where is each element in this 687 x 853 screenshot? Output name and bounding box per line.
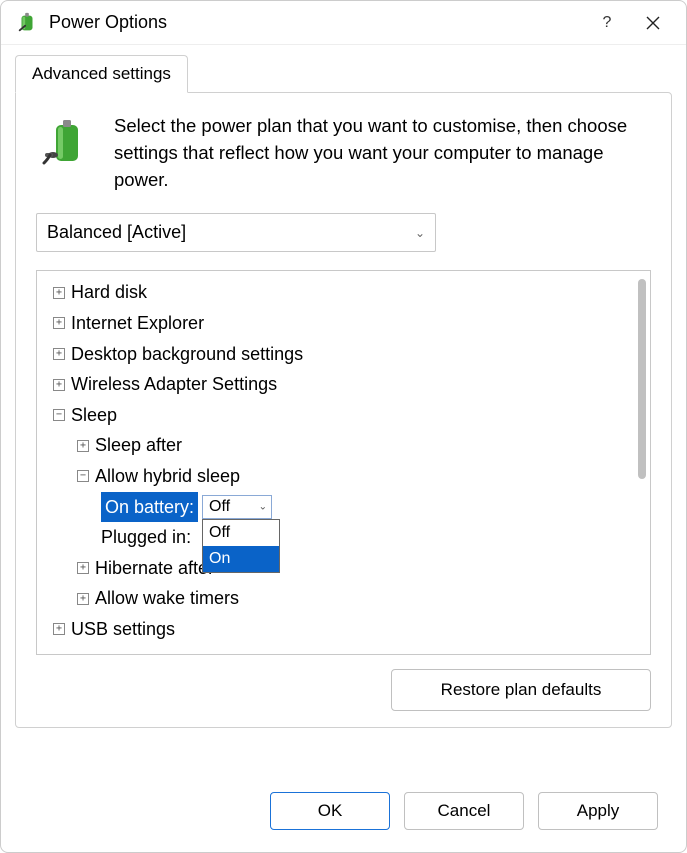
dropdown-option-on[interactable]: On: [203, 546, 279, 572]
ok-button[interactable]: OK: [270, 792, 390, 830]
tree-item-on-battery[interactable]: On battery: Off ⌄ Off On: [41, 492, 646, 523]
tree-item-wireless-adapter[interactable]: + Wireless Adapter Settings: [41, 369, 646, 400]
expand-icon[interactable]: +: [53, 287, 65, 299]
dropdown-option-off[interactable]: Off: [203, 520, 279, 546]
expand-icon[interactable]: +: [77, 440, 89, 452]
tree-item-desktop-background[interactable]: + Desktop background settings: [41, 339, 646, 370]
advanced-settings-panel: Select the power plan that you want to c…: [15, 92, 672, 728]
restore-row: Restore plan defaults: [36, 669, 651, 711]
tree-item-hibernate-after[interactable]: + Hibernate after: [41, 553, 646, 584]
tree-item-plugged-in[interactable]: Plugged in:: [41, 522, 646, 553]
tree-item-allow-wake-timers[interactable]: + Allow wake timers: [41, 583, 646, 614]
intro-row: Select the power plan that you want to c…: [36, 113, 651, 193]
expand-icon[interactable]: +: [77, 562, 89, 574]
chevron-down-icon: ⌄: [415, 226, 425, 240]
intro-text: Select the power plan that you want to c…: [114, 113, 651, 193]
battery-plug-icon: [36, 113, 96, 193]
expand-icon[interactable]: +: [53, 317, 65, 329]
power-options-window: Power Options ? Advanced settings Select…: [0, 0, 687, 853]
dialog-button-row: OK Cancel Apply: [1, 792, 686, 852]
window-title: Power Options: [49, 12, 584, 33]
tree-item-sleep-after[interactable]: + Sleep after: [41, 430, 646, 461]
titlebar: Power Options ?: [1, 1, 686, 45]
power-options-icon: [15, 11, 39, 35]
on-battery-value: Off: [209, 493, 230, 520]
collapse-icon[interactable]: −: [53, 409, 65, 421]
tree-item-usb-settings[interactable]: + USB settings: [41, 614, 646, 645]
collapse-icon[interactable]: −: [77, 470, 89, 482]
tree-item-sleep[interactable]: − Sleep: [41, 400, 646, 431]
expand-icon[interactable]: +: [77, 593, 89, 605]
power-plan-value: Balanced [Active]: [47, 222, 186, 242]
expand-icon[interactable]: +: [53, 623, 65, 635]
plugged-in-label: Plugged in:: [101, 522, 191, 553]
scrollbar-thumb[interactable]: [638, 279, 646, 479]
chevron-down-icon: ⌄: [259, 498, 267, 515]
settings-tree: + Hard disk + Internet Explorer + Deskto…: [36, 270, 651, 655]
power-plan-select[interactable]: Balanced [Active] ⌄: [36, 213, 436, 252]
close-button[interactable]: [630, 3, 676, 43]
on-battery-combobox[interactable]: Off ⌄: [202, 495, 272, 519]
on-battery-label: On battery:: [101, 492, 198, 523]
tree-item-hard-disk[interactable]: + Hard disk: [41, 277, 646, 308]
tab-advanced-settings[interactable]: Advanced settings: [15, 55, 188, 93]
tab-strip: Advanced settings: [1, 45, 686, 93]
restore-plan-defaults-button[interactable]: Restore plan defaults: [391, 669, 651, 711]
tree-item-internet-explorer[interactable]: + Internet Explorer: [41, 308, 646, 339]
help-button[interactable]: ?: [584, 3, 630, 43]
cancel-button[interactable]: Cancel: [404, 792, 524, 830]
on-battery-dropdown: Off On: [202, 519, 280, 573]
expand-icon[interactable]: +: [53, 379, 65, 391]
apply-button[interactable]: Apply: [538, 792, 658, 830]
tree-item-allow-hybrid-sleep[interactable]: − Allow hybrid sleep: [41, 461, 646, 492]
expand-icon[interactable]: +: [53, 348, 65, 360]
